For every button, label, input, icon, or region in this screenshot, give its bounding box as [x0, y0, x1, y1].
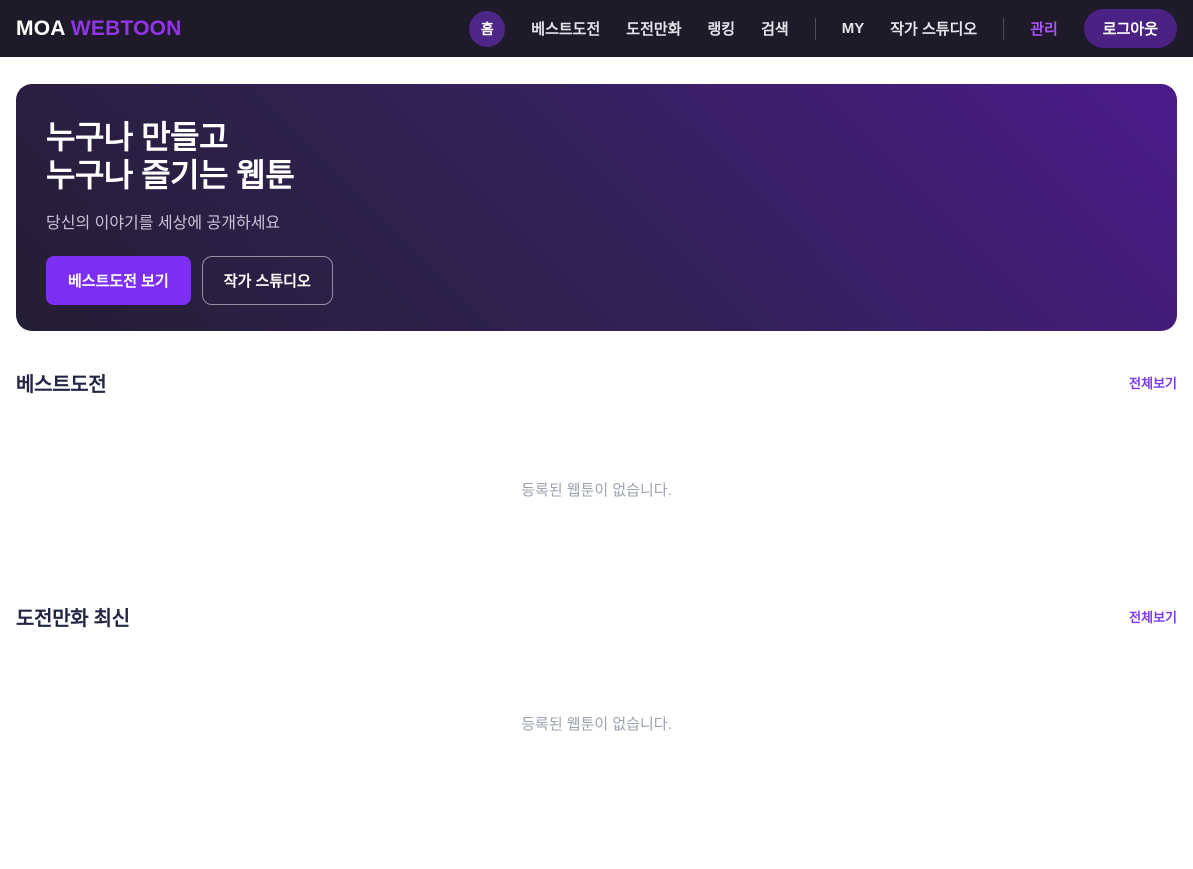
hero-actions: 베스트도전 보기 작가 스튜디오	[46, 256, 1147, 305]
logout-button[interactable]: 로그아웃	[1084, 9, 1177, 48]
hero-subtitle: 당신의 이야기를 세상에 공개하세요	[46, 209, 1147, 233]
nav-item-ranking[interactable]: 랭킹	[708, 18, 736, 39]
hero-title-line1: 누구나 만들고	[46, 119, 228, 155]
nav-item-best-challenge[interactable]: 베스트도전	[531, 18, 600, 39]
section-title-challenge-latest: 도전만화 최신	[16, 602, 130, 631]
section-title-best-challenge: 베스트도전	[16, 368, 107, 397]
nav-item-admin[interactable]: 관리	[1030, 18, 1058, 39]
view-all-link-challenge-latest[interactable]: 전체보기	[1129, 607, 1177, 626]
nav-item-my[interactable]: MY	[842, 20, 865, 37]
creator-studio-button[interactable]: 작가 스튜디오	[202, 256, 333, 305]
nav-divider	[1003, 18, 1004, 40]
section-best-challenge: 베스트도전 전체보기 등록된 웹툰이 없습니다.	[16, 368, 1177, 572]
empty-state-challenge-latest: 등록된 웹툰이 없습니다.	[16, 631, 1177, 806]
view-all-link-best-challenge[interactable]: 전체보기	[1129, 373, 1177, 392]
nav-item-creator-studio[interactable]: 작가 스튜디오	[890, 18, 977, 39]
nav-item-home[interactable]: 홈	[469, 11, 505, 47]
empty-state-best-challenge: 등록된 웹툰이 없습니다.	[16, 397, 1177, 572]
section-challenge-latest: 도전만화 최신 전체보기 등록된 웹툰이 없습니다.	[16, 602, 1177, 806]
main-nav: 홈 베스트도전 도전만화 랭킹 검색 MY 작가 스튜디오 관리 로그아웃	[469, 9, 1177, 48]
logo-webtoon: WEBTOON	[71, 17, 182, 40]
nav-item-search[interactable]: 검색	[761, 18, 789, 39]
nav-divider	[815, 18, 816, 40]
hero-title-line2: 누구나 즐기는 웹툰	[46, 157, 294, 193]
best-challenge-view-button[interactable]: 베스트도전 보기	[46, 256, 191, 305]
section-header: 베스트도전 전체보기	[16, 368, 1177, 397]
hero-title: 누구나 만들고 누구나 즐기는 웹툰	[46, 118, 1147, 195]
section-header: 도전만화 최신 전체보기	[16, 602, 1177, 631]
hero-banner: 누구나 만들고 누구나 즐기는 웹툰 당신의 이야기를 세상에 공개하세요 베스…	[16, 84, 1177, 331]
logo[interactable]: MOA WEBTOON	[16, 17, 182, 41]
main-content: 베스트도전 전체보기 등록된 웹툰이 없습니다. 도전만화 최신 전체보기 등록…	[0, 368, 1193, 806]
nav-item-challenge-comics[interactable]: 도전만화	[626, 18, 681, 39]
top-header: MOA WEBTOON 홈 베스트도전 도전만화 랭킹 검색 MY 작가 스튜디…	[0, 0, 1193, 57]
logo-moa: MOA	[16, 17, 71, 40]
